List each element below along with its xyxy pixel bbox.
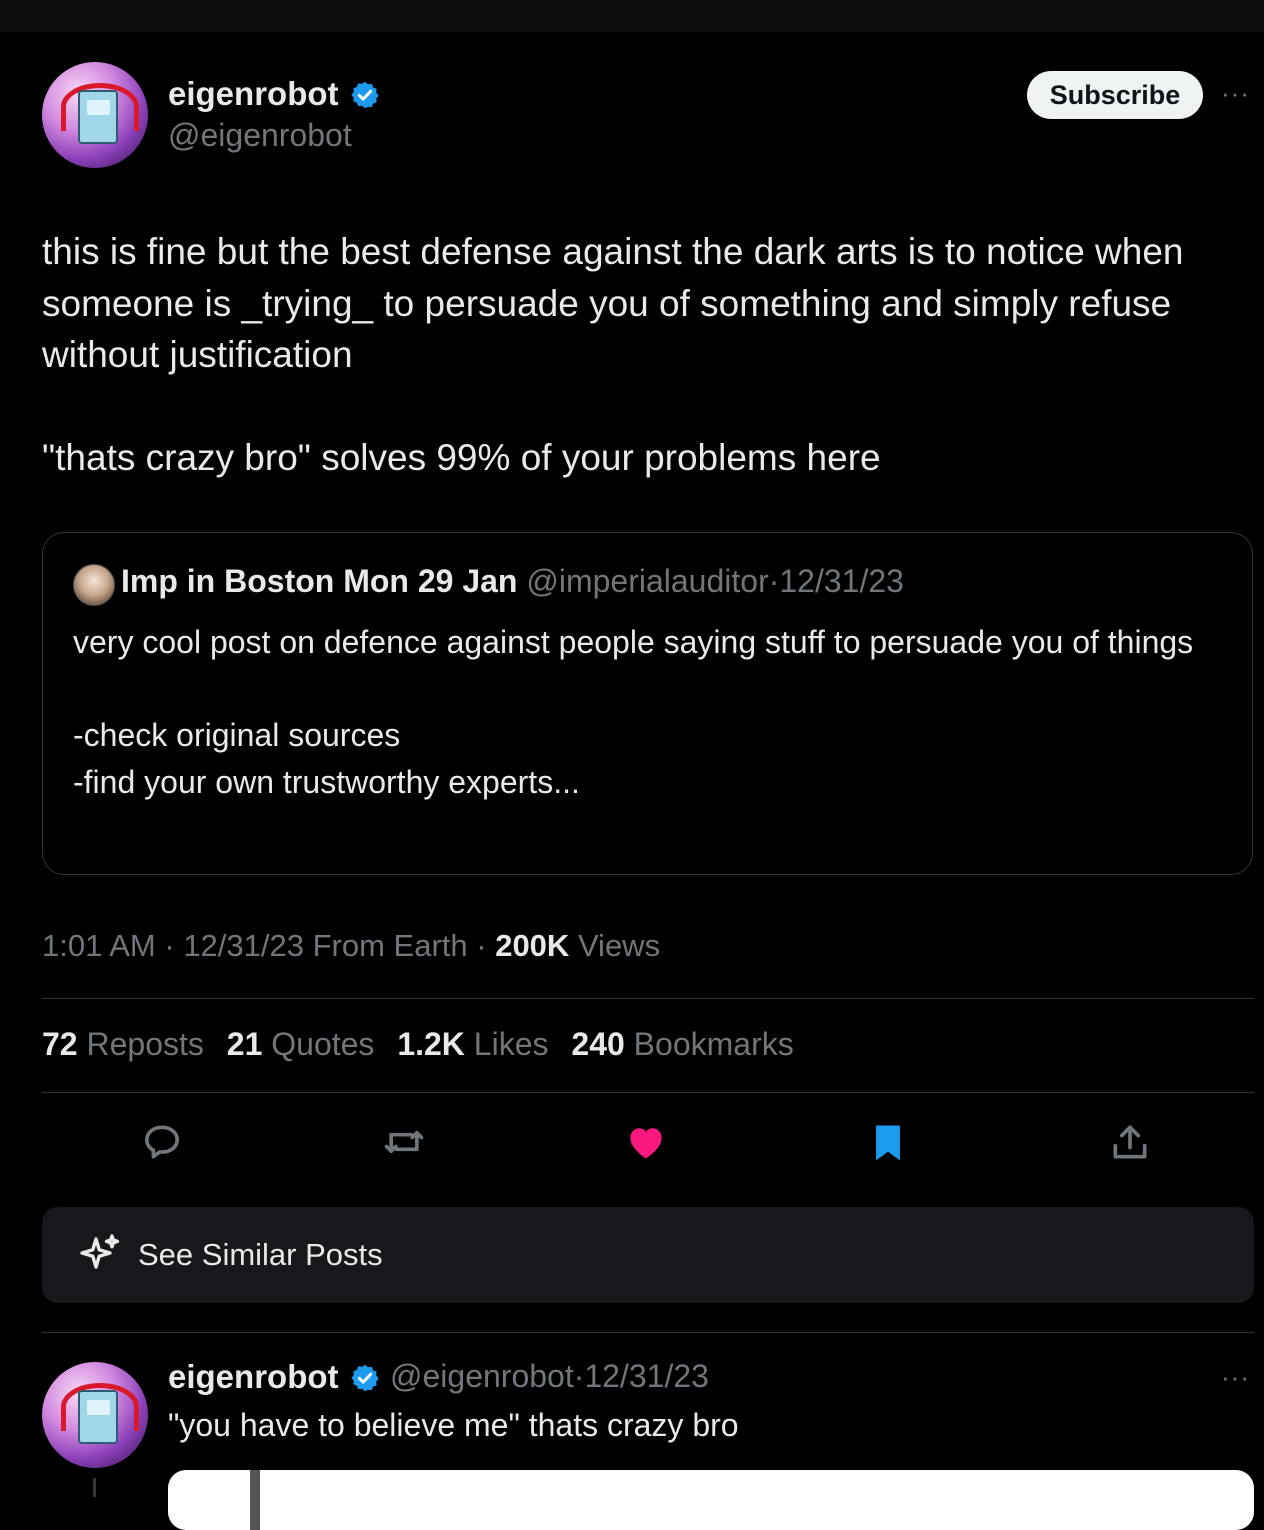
- reply-author-name[interactable]: eigenrobot: [168, 1358, 339, 1396]
- post-text: this is fine but the best defense agains…: [42, 231, 1184, 478]
- reply-more-options-icon[interactable]: ···: [1221, 1362, 1250, 1393]
- divider: [42, 1092, 1254, 1093]
- post-time[interactable]: 1:01 AM: [42, 928, 156, 963]
- post-date[interactable]: 12/31/23: [183, 928, 304, 963]
- divider: [42, 1332, 1254, 1333]
- divider: [42, 998, 1254, 999]
- status-bar: [0, 0, 1264, 32]
- see-similar-posts-button[interactable]: See Similar Posts: [42, 1207, 1254, 1303]
- quoted-post-date: 12/31/23: [779, 563, 904, 599]
- quoted-author-handle: @imperialauditor: [526, 563, 769, 599]
- verified-badge-icon: [351, 81, 379, 109]
- reply-icon[interactable]: [140, 1120, 184, 1164]
- engagement-stats: 72 Reposts 21 Quotes 1.2K Likes 240 Book…: [42, 1026, 808, 1063]
- reply-author-handle[interactable]: @eigenrobot: [390, 1358, 574, 1394]
- reply-meta: @eigenrobot·12/31/23: [390, 1358, 709, 1394]
- subscribe-button[interactable]: Subscribe: [1027, 71, 1203, 119]
- quoted-author-avatar: [73, 564, 115, 606]
- stat-likes[interactable]: 1.2K Likes: [397, 1026, 548, 1062]
- author-avatar[interactable]: [42, 62, 148, 168]
- sparkle-icon: [80, 1234, 120, 1269]
- more-options-icon[interactable]: ···: [1221, 78, 1250, 109]
- bookmark-icon[interactable]: [866, 1120, 910, 1164]
- views-label: Views: [577, 928, 661, 963]
- quoted-post-header: Imp in Boston Mon 29 Jan @imperialaudito…: [121, 563, 904, 599]
- reply-media-card[interactable]: [168, 1470, 1254, 1530]
- reply-text: "you have to believe me" thats crazy bro: [168, 1407, 739, 1443]
- stat-reposts[interactable]: 72 Reposts: [42, 1026, 204, 1062]
- verified-badge-icon: [351, 1364, 379, 1392]
- share-icon[interactable]: [1108, 1120, 1152, 1164]
- see-similar-posts-label: See Similar Posts: [138, 1237, 383, 1272]
- post-source: From Earth: [312, 928, 468, 963]
- post-timestamp: 1:01 AM · 12/31/23 From Earth · 200K Vie…: [42, 928, 661, 963]
- repost-icon[interactable]: [382, 1120, 426, 1164]
- quoted-post[interactable]: Imp in Boston Mon 29 Jan @imperialaudito…: [42, 532, 1253, 875]
- quoted-post-text: very cool post on defence against people…: [73, 624, 1194, 800]
- reply-author-avatar[interactable]: [42, 1362, 148, 1468]
- reply-date[interactable]: 12/31/23: [584, 1358, 709, 1394]
- quoted-author-name: Imp in Boston Mon 29 Jan: [121, 563, 518, 599]
- thread-line: [93, 1478, 96, 1497]
- like-icon[interactable]: [624, 1120, 668, 1164]
- author-handle[interactable]: @eigenrobot: [168, 117, 352, 154]
- stat-bookmarks[interactable]: 240 Bookmarks: [571, 1026, 793, 1062]
- views-count: 200K: [495, 928, 570, 963]
- author-name[interactable]: eigenrobot: [168, 75, 339, 113]
- stat-quotes[interactable]: 21 Quotes: [227, 1026, 375, 1062]
